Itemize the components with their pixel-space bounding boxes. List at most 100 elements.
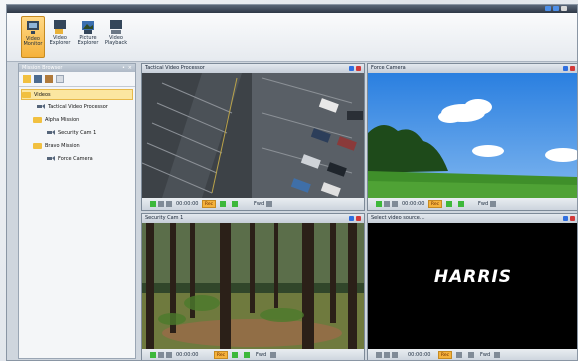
- record-button[interactable]: Rec: [428, 200, 442, 208]
- forward-icon[interactable]: [490, 201, 496, 207]
- edit-icon[interactable]: [45, 75, 53, 83]
- tree-node-videos[interactable]: Videos: [21, 89, 133, 100]
- play-icon[interactable]: [150, 352, 156, 358]
- mission-browser-header: Mission Browser • ×: [19, 64, 135, 72]
- video-playback-label-2: Playback: [104, 40, 128, 46]
- tree-node-label: Security Cam 1: [58, 130, 97, 136]
- stop-icon[interactable]: [166, 352, 172, 358]
- pin-icon[interactable]: •: [122, 64, 125, 72]
- maximize-button[interactable]: [553, 6, 559, 11]
- forward-button[interactable]: Fwd: [480, 349, 490, 360]
- layout-icon[interactable]: [563, 66, 568, 71]
- video-explorer-label-2: Explorer: [49, 40, 71, 46]
- video-pane-header: Security Cam 1: [142, 214, 364, 223]
- video-pane-title: Security Cam 1: [145, 215, 184, 221]
- camera-icon: [47, 156, 55, 161]
- tree-node-tactical-video-processor[interactable]: Tactical Video Processor: [37, 102, 108, 113]
- pause-icon[interactable]: [158, 201, 164, 207]
- tree-node-label: Tactical Video Processor: [48, 104, 108, 110]
- timecode: 00:00:00: [176, 352, 199, 358]
- video-playback-button[interactable]: Video Playback: [104, 16, 128, 58]
- delete-icon[interactable]: [56, 75, 64, 83]
- video-explorer-icon: [54, 20, 66, 34]
- ribbon-toolbar: Video Monitor Video Explorer Picture Exp…: [7, 13, 577, 62]
- record-button[interactable]: Rec: [202, 200, 216, 208]
- speed-icon[interactable]: [468, 352, 474, 358]
- forward-icon[interactable]: [266, 201, 272, 207]
- live-icon[interactable]: [456, 352, 462, 358]
- video-explorer-button[interactable]: Video Explorer: [48, 16, 72, 58]
- minimize-button[interactable]: [545, 6, 551, 11]
- tree-node-force-camera[interactable]: Force Camera: [47, 154, 93, 165]
- video-monitor-button[interactable]: Video Monitor: [21, 16, 45, 58]
- video-pane-tactical-video-processor[interactable]: Tactical Video Processor 00:00:00 Rec Fw…: [141, 63, 365, 211]
- camera-icon: [37, 104, 45, 109]
- pause-icon[interactable]: [158, 352, 164, 358]
- harris-logo: HARRIS: [433, 267, 513, 287]
- play-icon[interactable]: [376, 201, 382, 207]
- layout-icon[interactable]: [349, 66, 354, 71]
- mission-browser-toolbar: [19, 72, 135, 87]
- playback-controls: 00:00:00 Rec Fwd: [368, 349, 577, 360]
- close-pane-icon[interactable]: [570, 66, 575, 71]
- tree-node-bravo-mission[interactable]: Bravo Mission: [33, 141, 80, 152]
- play-icon[interactable]: [376, 352, 382, 358]
- video-pane-force-camera[interactable]: Force Camera 00:00:00 Rec Fwd: [367, 63, 577, 211]
- tree-node-alpha-mission[interactable]: Alpha Mission: [33, 115, 79, 126]
- aerial-parking-lot-video: [142, 73, 364, 198]
- speed-icon[interactable]: [458, 201, 464, 207]
- live-icon[interactable]: [232, 352, 238, 358]
- new-folder-icon[interactable]: [23, 75, 31, 83]
- stop-icon[interactable]: [166, 201, 172, 207]
- tree-node-security-cam-1[interactable]: Security Cam 1: [47, 128, 96, 139]
- sky-field-video: [368, 73, 577, 198]
- stop-icon[interactable]: [392, 201, 398, 207]
- play-icon[interactable]: [150, 201, 156, 207]
- forward-button[interactable]: Fwd: [254, 198, 264, 210]
- video-pane-header: Tactical Video Processor: [142, 64, 364, 73]
- video-pane-title: Tactical Video Processor: [145, 65, 205, 71]
- pause-icon[interactable]: [384, 201, 390, 207]
- picture-explorer-button[interactable]: Picture Explorer: [76, 16, 100, 58]
- forest-video: [142, 223, 364, 349]
- picture-explorer-label-2: Explorer: [77, 40, 99, 46]
- title-bar: [7, 5, 577, 13]
- record-button[interactable]: Rec: [214, 351, 228, 359]
- video-monitor-label-2: Monitor: [23, 41, 43, 47]
- video-pane-header: Force Camera: [368, 64, 577, 73]
- close-pane-icon[interactable]: [356, 216, 361, 221]
- video-pane-title: Select video source...: [371, 215, 425, 221]
- speed-icon[interactable]: [244, 352, 250, 358]
- video-pane-security-cam-1[interactable]: Security Cam 1 00:00:00 Rec Fwd: [141, 213, 365, 360]
- video-pane-select-source[interactable]: Select video source... HARRIS 00:00:00 R…: [367, 213, 577, 360]
- close-pane-icon[interactable]: [356, 66, 361, 71]
- tree-node-label: Videos: [34, 92, 51, 98]
- forward-button[interactable]: Fwd: [478, 198, 488, 210]
- live-icon[interactable]: [446, 201, 452, 207]
- pause-icon[interactable]: [384, 352, 390, 358]
- close-icon[interactable]: ×: [128, 64, 132, 72]
- layout-icon[interactable]: [349, 216, 354, 221]
- forward-icon[interactable]: [270, 352, 276, 358]
- forward-icon[interactable]: [494, 352, 500, 358]
- close-pane-icon[interactable]: [570, 216, 575, 221]
- video-monitor-icon: [27, 21, 39, 34]
- tree-node-label: Alpha Mission: [45, 117, 80, 123]
- layout-icon[interactable]: [563, 216, 568, 221]
- close-button[interactable]: [561, 6, 567, 11]
- timecode: 00:00:00: [402, 201, 425, 207]
- camera-icon: [47, 130, 55, 135]
- folder-icon: [33, 142, 42, 149]
- record-button[interactable]: Rec: [438, 351, 452, 359]
- empty-video-area: HARRIS: [368, 223, 577, 349]
- speed-icon[interactable]: [232, 201, 238, 207]
- folder-icon: [33, 116, 42, 123]
- tree-node-label: Force Camera: [58, 156, 93, 162]
- application-window: Video Monitor Video Explorer Picture Exp…: [6, 4, 578, 361]
- timecode: 00:00:00: [408, 352, 431, 358]
- forward-button[interactable]: Fwd: [256, 349, 266, 360]
- mission-browser-title: Mission Browser: [22, 65, 63, 71]
- live-icon[interactable]: [220, 201, 226, 207]
- add-camera-icon[interactable]: [34, 75, 42, 83]
- stop-icon[interactable]: [392, 352, 398, 358]
